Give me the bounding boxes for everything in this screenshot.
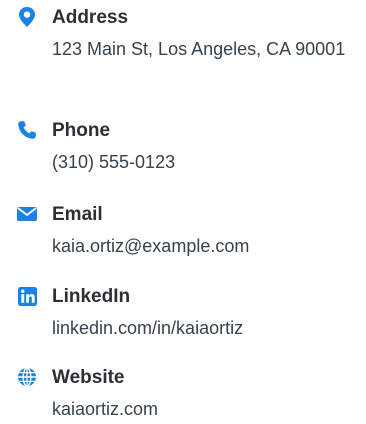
phone-value[interactable]: (310) 555-0123 [52, 148, 352, 177]
linkedin-value[interactable]: linkedin.com/in/kaiaortiz [52, 314, 352, 343]
contact-label-email: Email [52, 204, 103, 225]
contact-label-linkedin: LinkedIn [52, 286, 131, 307]
linkedin-icon [16, 285, 38, 307]
email-value[interactable]: kaia.ortiz@example.com [52, 232, 352, 261]
globe-icon [16, 366, 38, 388]
contact-label-phone: Phone [52, 120, 111, 141]
contact-label-address: Address [52, 7, 129, 28]
website-value[interactable]: kaiaortiz.com [52, 395, 352, 424]
address-value: 123 Main St, Los Angeles, CA 90001 [52, 39, 346, 59]
envelope-icon [16, 203, 38, 225]
location-pin-icon [16, 6, 38, 28]
phone-icon [16, 119, 38, 141]
contact-label-website: Website [52, 367, 125, 388]
